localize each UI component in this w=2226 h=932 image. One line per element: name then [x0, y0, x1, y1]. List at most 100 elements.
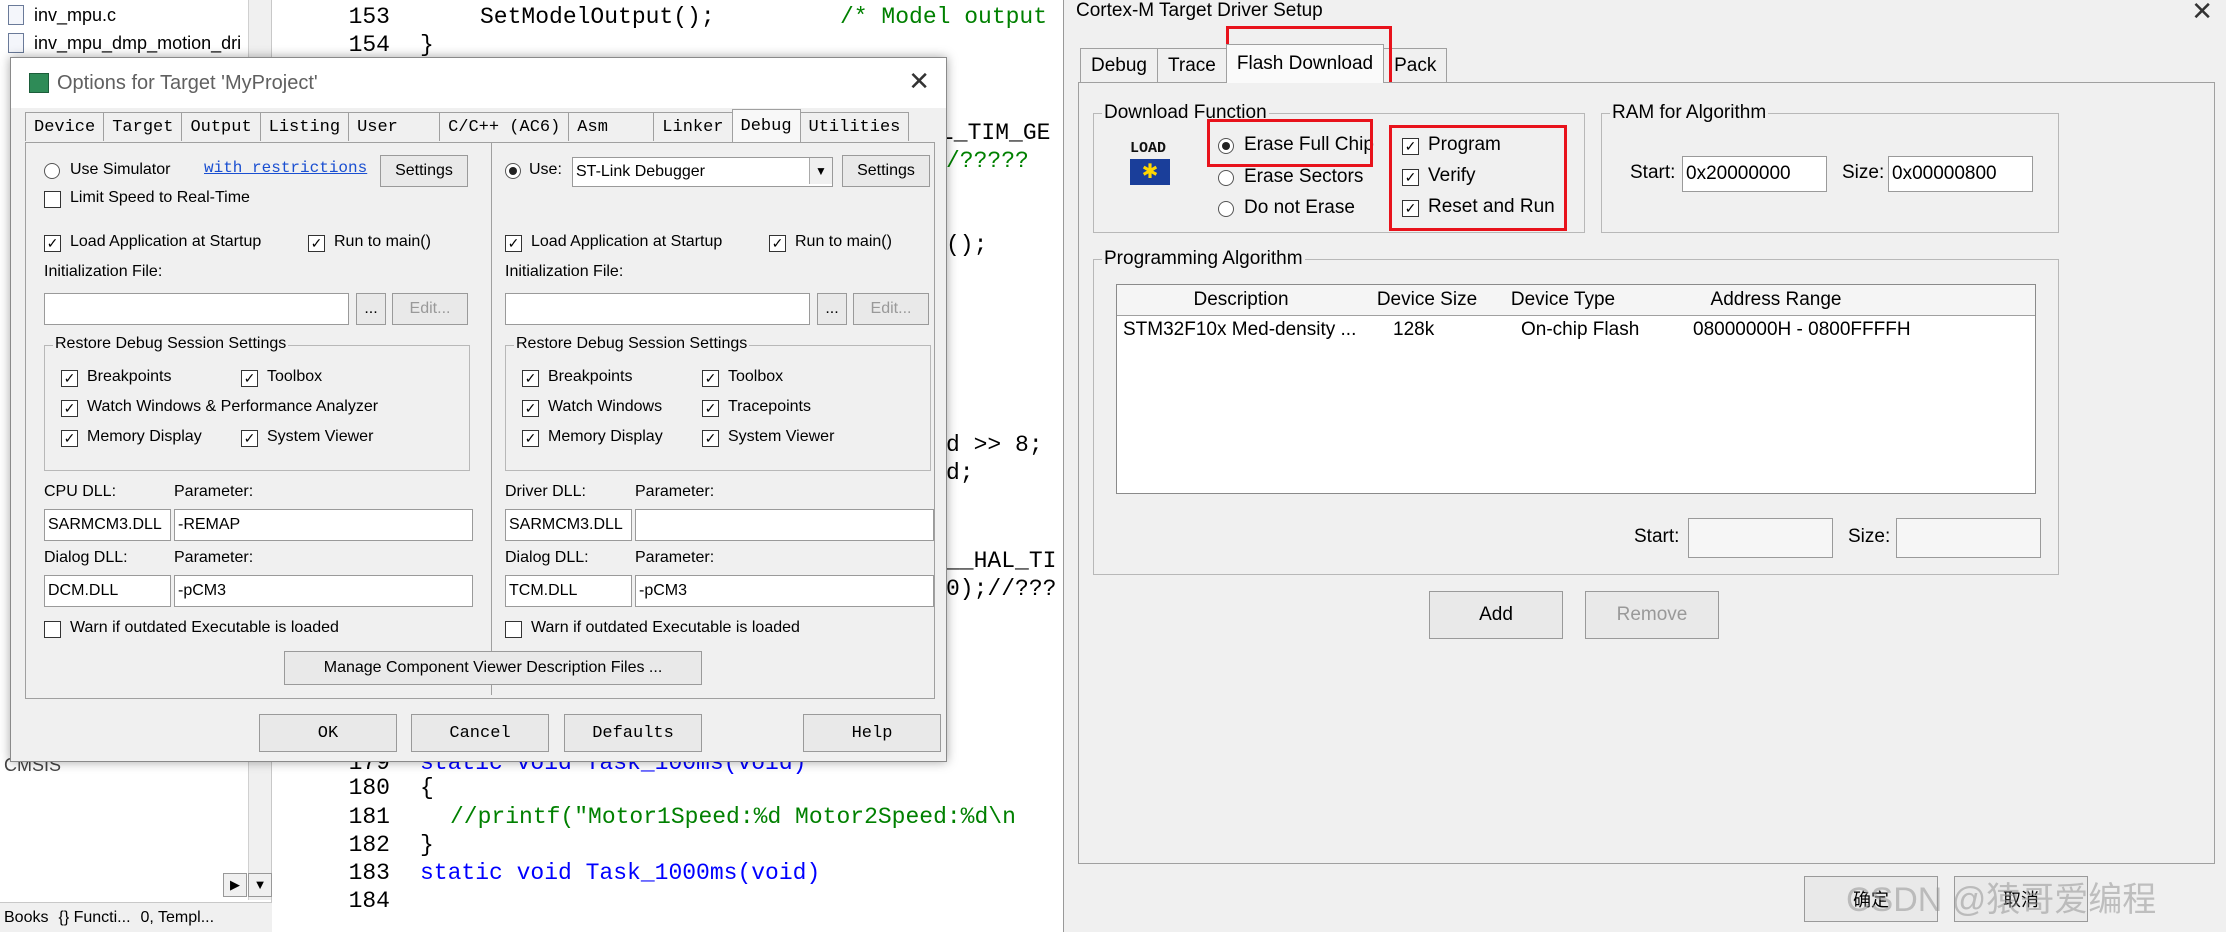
warn-outdated-checkbox[interactable] — [505, 621, 522, 638]
cpu-dll-input[interactable]: SARMCM3.DLL — [44, 509, 171, 541]
defaults-button[interactable]: Defaults — [564, 714, 702, 752]
app-icon — [29, 73, 49, 93]
manage-component-viewer-button[interactable]: Manage Component Viewer Description File… — [284, 651, 702, 685]
code-text: } — [420, 32, 434, 58]
toolbox-label: Toolbox — [267, 368, 323, 385]
watermark-text: CSDN @猿哥爱编程 — [1846, 881, 2157, 919]
tab-utilities[interactable]: Utilities — [799, 112, 910, 141]
close-icon[interactable]: ✕ — [2191, 0, 2213, 27]
column-header-device-size[interactable]: Device Size — [1365, 285, 1490, 316]
edit-button[interactable]: Edit... — [853, 293, 929, 325]
column-header-device-type[interactable]: Device Type — [1489, 285, 1638, 316]
init-file-input[interactable] — [44, 293, 349, 325]
ram-size-input[interactable]: 0x00000800 — [1888, 156, 2033, 192]
browse-button[interactable]: ... — [817, 293, 847, 325]
ram-start-input[interactable]: 0x20000000 — [1682, 156, 1827, 192]
debugger-settings-button[interactable]: Settings — [842, 155, 930, 187]
memory-checkbox[interactable]: ✓ — [522, 430, 539, 447]
run-to-main-checkbox[interactable]: ✓ — [308, 235, 325, 252]
project-file-inv-mpu[interactable]: inv_mpu.c — [0, 2, 116, 28]
system-viewer-checkbox[interactable]: ✓ — [702, 430, 719, 447]
tab-templates[interactable]: 0, Templ... — [141, 909, 215, 927]
dialog-param-input[interactable]: -pCM3 — [635, 575, 934, 607]
limit-speed-checkbox[interactable] — [44, 191, 61, 208]
file-icon — [8, 5, 24, 25]
tab-pack[interactable]: Pack — [1383, 48, 1448, 83]
dialog-title: Options for Target 'MyProject' — [57, 71, 318, 94]
tab-debug[interactable]: Debug — [731, 109, 801, 142]
scroll-down-arrow-icon[interactable]: ▼ — [248, 873, 272, 897]
simulator-settings-button[interactable]: Settings — [380, 155, 468, 187]
warn-outdated-checkbox[interactable] — [44, 621, 61, 638]
code-text: SetModelOutput(); — [480, 4, 715, 30]
tab-listing[interactable]: Listing — [259, 112, 350, 141]
algo-start-input[interactable] — [1688, 518, 1833, 558]
tab-functions[interactable]: {} Functi... — [58, 909, 130, 927]
browse-button[interactable]: ... — [356, 293, 386, 325]
algorithm-table[interactable]: Description Device Size Device Type Addr… — [1116, 284, 2036, 494]
run-to-main-checkbox[interactable]: ✓ — [769, 235, 786, 252]
use-debugger-radio[interactable] — [505, 163, 521, 179]
driver-dll-input[interactable]: SARMCM3.DLL — [505, 509, 632, 541]
load-app-label: Load Application at Startup — [70, 233, 262, 250]
tab-target[interactable]: Target — [103, 112, 183, 141]
chevron-down-icon[interactable]: ▼ — [809, 158, 832, 184]
tracepoints-checkbox[interactable]: ✓ — [702, 400, 719, 417]
ok-button[interactable]: OK — [259, 714, 397, 752]
line-number: 153 — [348, 4, 390, 30]
group-title: Programming Algorithm — [1102, 248, 1305, 270]
memory-checkbox[interactable]: ✓ — [61, 430, 78, 447]
tab-trace[interactable]: Trace — [1157, 48, 1227, 83]
with-restrictions-link[interactable]: with restrictions — [204, 159, 367, 177]
driver-param-input[interactable] — [635, 509, 934, 541]
system-viewer-label: System Viewer — [728, 428, 835, 445]
toolbox-checkbox[interactable]: ✓ — [241, 370, 258, 387]
debugger-select[interactable]: ST-Link Debugger ▼ — [572, 157, 833, 187]
dialog-dll-input[interactable]: DCM.DLL — [44, 575, 171, 607]
dialog-dll-input[interactable]: TCM.DLL — [505, 575, 632, 607]
help-button[interactable]: Help — [803, 714, 941, 752]
tab-output[interactable]: Output — [181, 112, 261, 141]
do-not-erase-radio[interactable] — [1218, 201, 1234, 217]
dialog-titlebar[interactable]: Options for Target 'MyProject' ✕ — [11, 58, 946, 108]
tab-asm[interactable]: Asm — [568, 112, 655, 141]
add-button[interactable]: Add — [1429, 591, 1563, 639]
column-header-description[interactable]: Description — [1117, 285, 1366, 316]
breakpoints-checkbox[interactable]: ✓ — [522, 370, 539, 387]
code-comment: //printf("Motor1Speed:%d Motor2Speed:%d\… — [450, 804, 1016, 830]
project-file-inv-mpu-dmp[interactable]: inv_mpu_dmp_motion_dri — [0, 30, 241, 56]
scroll-right-arrow-icon[interactable]: ▶ — [223, 873, 247, 897]
system-viewer-checkbox[interactable]: ✓ — [241, 430, 258, 447]
edit-button[interactable]: Edit... — [392, 293, 468, 325]
toolbox-label: Toolbox — [728, 368, 784, 385]
line-number: 180 — [348, 775, 390, 801]
tab-device[interactable]: Device — [25, 112, 105, 141]
tab-debug[interactable]: Debug — [1080, 48, 1158, 83]
load-app-checkbox[interactable]: ✓ — [44, 235, 61, 252]
use-simulator-label: Use Simulator — [70, 161, 171, 178]
code-text: } — [420, 832, 434, 858]
cancel-button[interactable]: Cancel — [411, 714, 549, 752]
tab-linker[interactable]: Linker — [653, 112, 733, 141]
toolbox-checkbox[interactable]: ✓ — [702, 370, 719, 387]
tab-books[interactable]: Books — [4, 909, 48, 927]
close-icon[interactable]: ✕ — [908, 66, 930, 97]
cpu-param-input[interactable]: -REMAP — [174, 509, 473, 541]
algo-size-input[interactable] — [1896, 518, 2041, 558]
dialog-param-input[interactable]: -pCM3 — [174, 575, 473, 607]
use-simulator-radio[interactable] — [44, 163, 60, 179]
erase-sectors-radio[interactable] — [1218, 170, 1234, 186]
dialog-dll-label: Dialog DLL: — [44, 549, 128, 566]
remove-button[interactable]: Remove — [1585, 591, 1719, 639]
tab-cpp[interactable]: C/C++ (AC6) — [439, 112, 570, 141]
dialog-titlebar[interactable]: Cortex-M Target Driver Setup ✕ — [1064, 0, 2226, 26]
breakpoints-checkbox[interactable]: ✓ — [61, 370, 78, 387]
tab-user[interactable]: User — [348, 112, 441, 141]
watch-checkbox[interactable]: ✓ — [61, 400, 78, 417]
watch-checkbox[interactable]: ✓ — [522, 400, 539, 417]
column-header-address-range[interactable]: Address Range — [1637, 285, 1916, 316]
tab-flash-download[interactable]: Flash Download — [1225, 44, 1385, 83]
init-file-input[interactable] — [505, 293, 810, 325]
load-app-checkbox[interactable]: ✓ — [505, 235, 522, 252]
watch-label: Watch Windows — [548, 398, 663, 415]
